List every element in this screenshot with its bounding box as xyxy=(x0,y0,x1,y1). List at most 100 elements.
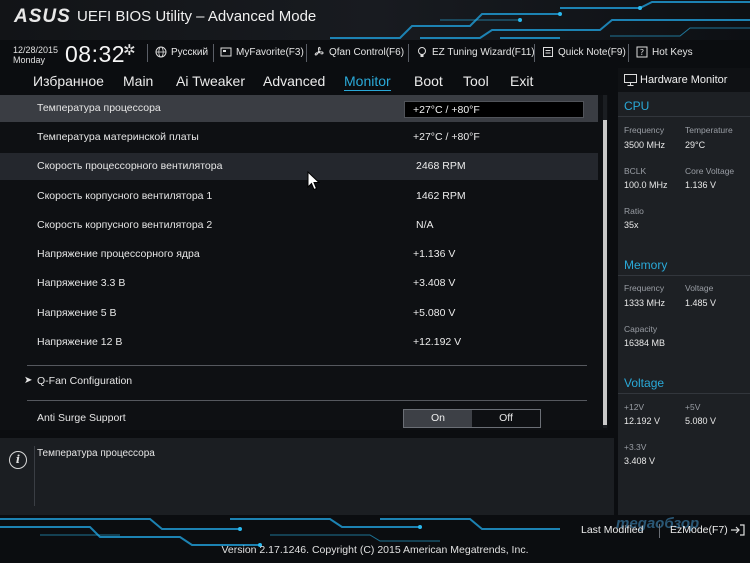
memory-section-title: Memory xyxy=(624,258,668,272)
memory-capacity-value: 16384 MB xyxy=(624,338,666,348)
time-display[interactable]: 08:32 xyxy=(65,41,125,68)
ratio-value: 35x xyxy=(624,220,639,230)
exit-arrow-icon xyxy=(730,524,745,536)
cpu-frequency-label: Frequency xyxy=(624,125,665,135)
divider xyxy=(34,446,35,506)
divider xyxy=(628,44,629,62)
setting-label: Температура процессора xyxy=(37,102,161,114)
qfan-control-button[interactable]: Qfan Control(F6) xyxy=(313,46,404,58)
setting-value: N/A xyxy=(416,219,434,231)
cpu-section-title: CPU xyxy=(624,99,650,113)
setting-row-5v-voltage[interactable]: Напряжение 5 В +5.080 V xyxy=(0,300,598,327)
hardware-monitor-header: Hardware Monitor xyxy=(618,68,750,92)
voltage-3v3-value: 3.408 V xyxy=(624,456,656,466)
language-button[interactable]: Русский xyxy=(155,46,208,58)
setting-value: +27°C / +80°F xyxy=(413,104,480,116)
hot-keys-label: Hot Keys xyxy=(652,46,693,58)
setting-value: 2468 RPM xyxy=(416,160,466,172)
ratio-label: Ratio xyxy=(624,206,644,216)
setting-row-12v-voltage[interactable]: Напряжение 12 В +12.192 V xyxy=(0,329,598,356)
tab-boot[interactable]: Boot xyxy=(414,73,443,89)
tab-ai-tweaker[interactable]: Ai Tweaker xyxy=(176,73,245,89)
help-text: Температура процессора xyxy=(37,448,155,459)
divider xyxy=(147,44,148,62)
tab-advanced[interactable]: Advanced xyxy=(263,73,325,89)
last-modified-button[interactable]: Last Modified xyxy=(581,524,643,536)
memory-frequency-label: Frequency xyxy=(624,283,665,293)
memory-voltage-label: Voltage xyxy=(685,283,714,293)
tab-main[interactable]: Main xyxy=(123,73,153,89)
question-icon: ? xyxy=(636,46,648,58)
divider xyxy=(618,275,750,276)
divider xyxy=(534,44,535,62)
title-bar: ASUS UEFI BIOS Utility – Advanced Mode xyxy=(0,0,750,40)
setting-label: Скорость корпусного вентилятора 1 xyxy=(37,190,213,202)
scrollbar-thumb[interactable] xyxy=(603,120,607,425)
setting-label: Скорость корпусного вентилятора 2 xyxy=(37,219,213,231)
date-display[interactable]: 12/28/2015 Monday xyxy=(13,45,58,65)
app-title: UEFI BIOS Utility – Advanced Mode xyxy=(77,8,317,25)
toggle-off-option[interactable]: Off xyxy=(472,410,540,427)
setting-row-3v3-voltage[interactable]: Напряжение 3.3 В +3.408 V xyxy=(0,270,598,297)
quick-note-label: Quick Note(F9) xyxy=(558,46,626,58)
quick-note-button[interactable]: Quick Note(F9) xyxy=(542,46,626,58)
toggle-on-option[interactable]: On xyxy=(404,410,472,427)
bclk-value: 100.0 MHz xyxy=(624,180,668,190)
chevron-right-icon: ➤ xyxy=(24,375,33,386)
anti-surge-toggle[interactable]: On Off xyxy=(403,409,541,428)
voltage-12v-label: +12V xyxy=(624,402,645,412)
myfavorite-button[interactable]: MyFavorite(F3) xyxy=(220,46,304,58)
setting-label: Напряжение 3.3 В xyxy=(37,277,126,289)
tab-monitor[interactable]: Monitor xyxy=(344,73,391,91)
cpu-frequency-value: 3500 MHz xyxy=(624,140,666,150)
divider xyxy=(408,44,409,62)
submenu-qfan-configuration[interactable]: ➤ Q-Fan Configuration xyxy=(0,368,598,395)
tab-tool[interactable]: Tool xyxy=(463,73,489,89)
info-bar: 12/28/2015 Monday 08:32 ✲ Русский MyFavo… xyxy=(0,40,750,68)
memory-capacity-label: Capacity xyxy=(624,324,658,334)
monitor-icon xyxy=(624,74,637,86)
hardware-monitor-title: Hardware Monitor xyxy=(640,74,728,86)
main-tab-bar: Избранное Main Ai Tweaker Advanced Monit… xyxy=(0,68,612,95)
setting-value-box: +27°C / +80°F xyxy=(404,101,584,118)
setting-value: +12.192 V xyxy=(413,336,462,348)
voltage-5v-value: 5.080 V xyxy=(685,416,717,426)
setting-label: Скорость процессорного вентилятора xyxy=(37,160,223,172)
bulb-icon xyxy=(418,47,426,57)
ez-tuning-wizard-label: EZ Tuning Wizard(F11) xyxy=(432,46,535,58)
hot-keys-button[interactable]: ? Hot Keys xyxy=(636,46,693,58)
info-icon: i xyxy=(9,451,27,469)
setting-row-cpu-temperature[interactable]: Температура процессора +27°C / +80°F xyxy=(0,95,598,122)
tab-favorites[interactable]: Избранное xyxy=(33,73,104,89)
setting-label: Напряжение 12 В xyxy=(37,336,123,348)
gear-icon[interactable]: ✲ xyxy=(123,41,136,59)
ezmode-label: EzMode(F7) xyxy=(670,524,728,536)
submenu-label: Q-Fan Configuration xyxy=(37,375,133,387)
divider xyxy=(659,524,660,538)
bclk-label: BCLK xyxy=(624,166,647,176)
memory-voltage-value: 1.485 V xyxy=(685,298,717,308)
footer-bar: megaобзор Last Modified EzMode(F7) Versi… xyxy=(0,515,750,563)
voltage-section-title: Voltage xyxy=(624,376,665,390)
date-value: 12/28/2015 xyxy=(13,45,59,55)
cpu-temperature-value: 29°C xyxy=(685,140,706,150)
svg-text:?: ? xyxy=(640,48,644,57)
ez-tuning-wizard-button[interactable]: EZ Tuning Wizard(F11) xyxy=(416,46,535,58)
ezmode-button[interactable]: EzMode(F7) xyxy=(670,524,745,536)
setting-row-cpu-fan-speed[interactable]: Скорость процессорного вентилятора 2468 … xyxy=(0,153,598,180)
setting-row-chassis-fan-1[interactable]: Скорость корпусного вентилятора 1 1462 R… xyxy=(0,183,598,210)
setting-label: Температура материнской платы xyxy=(37,131,199,143)
divider xyxy=(618,393,750,394)
globe-icon xyxy=(155,46,167,58)
voltage-3v3-label: +3.3V xyxy=(624,442,647,452)
setting-row-mb-temperature[interactable]: Температура материнской платы +27°C / +8… xyxy=(0,124,598,151)
setting-row-anti-surge[interactable]: Anti Surge Support On Off xyxy=(0,405,598,432)
tab-exit[interactable]: Exit xyxy=(510,73,533,89)
help-description-bar: i Температура процессора xyxy=(0,438,614,515)
setting-value: +3.408 V xyxy=(413,277,456,289)
setting-row-chassis-fan-2[interactable]: Скорость корпусного вентилятора 2 N/A xyxy=(0,212,598,239)
note-icon xyxy=(543,47,553,57)
cpu-temperature-label: Temperature xyxy=(685,125,733,135)
setting-row-cpu-core-voltage[interactable]: Напряжение процессорного ядра +1.136 V xyxy=(0,241,598,268)
divider xyxy=(27,400,587,401)
